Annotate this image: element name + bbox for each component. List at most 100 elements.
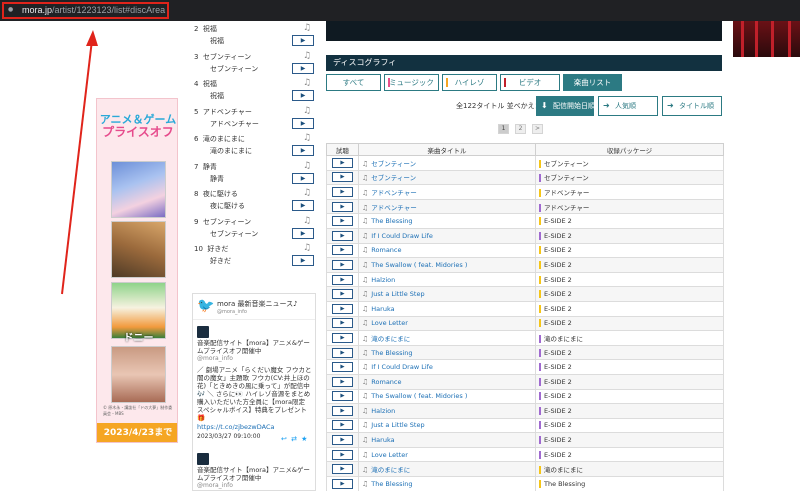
page-button[interactable]: >	[532, 124, 543, 134]
track-title[interactable]: 8 夜に駆ける	[194, 189, 238, 199]
track-play-button[interactable]: ▶	[292, 200, 314, 211]
song-title-link[interactable]: セブンティーン	[371, 174, 416, 182]
package-name[interactable]: E-SIDE 2	[544, 407, 572, 415]
tweet-actions-icons[interactable]: ↩ ⇄ ★	[281, 435, 308, 443]
preview-play-button[interactable]: ▶	[332, 186, 353, 197]
url-text[interactable]: mora.jp/artist/1223123/list#discArea	[22, 4, 165, 16]
package-name[interactable]: 滝のまにまに	[544, 466, 583, 474]
package-name[interactable]: E-SIDE 2	[544, 305, 572, 313]
tab-2[interactable]: ハイレゾ	[442, 74, 497, 91]
preview-play-button[interactable]: ▶	[332, 172, 353, 183]
song-title-link[interactable]: Halzion	[371, 407, 395, 415]
package-name[interactable]: セブンティーン	[544, 160, 589, 168]
package-name[interactable]: E-SIDE 2	[544, 451, 572, 459]
song-title-link[interactable]: If I Could Draw Life	[371, 232, 433, 240]
preview-play-button[interactable]: ▶	[332, 449, 353, 460]
package-name[interactable]: The Blessing	[544, 480, 585, 488]
song-title-link[interactable]: The Swallow ( feat. Midories )	[371, 392, 467, 400]
preview-play-button[interactable]: ▶	[332, 464, 353, 475]
tweet-title[interactable]: 音楽配信サイト【mora】アニメ&ゲームプライスオフ開催中	[197, 339, 313, 355]
preview-play-button[interactable]: ▶	[332, 230, 353, 241]
song-title-link[interactable]: The Blessing	[371, 349, 412, 357]
song-title-link[interactable]: Romance	[371, 246, 401, 254]
page-button[interactable]: 2	[515, 124, 526, 134]
preview-play-button[interactable]: ▶	[332, 435, 353, 446]
package-name[interactable]: E-SIDE 2	[544, 319, 572, 327]
song-title-link[interactable]: Love Letter	[371, 319, 408, 327]
package-name[interactable]: E-SIDE 2	[544, 421, 572, 429]
preview-play-button[interactable]: ▶	[332, 157, 353, 168]
package-name[interactable]: アドベンチャー	[544, 204, 589, 212]
package-name[interactable]: E-SIDE 2	[544, 232, 572, 240]
package-name[interactable]: E-SIDE 2	[544, 349, 572, 357]
package-name[interactable]: E-SIDE 2	[544, 436, 572, 444]
song-title-link[interactable]: Love Letter	[371, 451, 408, 459]
preview-play-button[interactable]: ▶	[332, 478, 353, 489]
track-title[interactable]: 4 祝福	[194, 79, 217, 89]
tab-4[interactable]: 楽曲リスト	[563, 74, 622, 91]
track-play-button[interactable]: ▶	[292, 145, 314, 156]
tweet-title-2[interactable]: 音楽配信サイト【mora】アニメ&ゲームプライスオフ開催中	[197, 466, 313, 482]
package-name[interactable]: E-SIDE 2	[544, 276, 572, 284]
track-title[interactable]: 7 静青	[194, 162, 217, 172]
track-play-button[interactable]: ▶	[292, 117, 314, 129]
preview-play-button[interactable]: ▶	[332, 405, 353, 416]
song-title-link[interactable]: Romance	[371, 378, 401, 386]
song-title-link[interactable]: Haruka	[371, 305, 394, 313]
song-title-link[interactable]: The Swallow ( feat. Midories )	[371, 261, 467, 269]
tweet-avatar[interactable]	[197, 326, 209, 338]
address-bar[interactable]: ● mora.jp/artist/1223123/list#discArea	[0, 0, 800, 21]
song-title-link[interactable]: The Blessing	[371, 217, 412, 225]
preview-play-button[interactable]: ▶	[332, 259, 353, 270]
track-title[interactable]: 2 祝福	[194, 24, 217, 34]
track-play-button[interactable]: ▶	[292, 172, 314, 184]
song-title-link[interactable]: Halzion	[371, 276, 395, 284]
tweet-avatar-2[interactable]	[197, 453, 209, 465]
package-name[interactable]: E-SIDE 2	[544, 261, 572, 269]
sort-button-1[interactable]: ➜ 人気順	[598, 96, 658, 116]
track-title[interactable]: 9 セブンティーン	[194, 217, 251, 227]
preview-play-button[interactable]: ▶	[332, 332, 353, 343]
preview-play-button[interactable]: ▶	[332, 420, 353, 431]
track-title[interactable]: 3 セブンティーン	[194, 52, 251, 62]
preview-play-button[interactable]: ▶	[332, 303, 353, 314]
song-title-link[interactable]: 滝のまにまに	[371, 335, 410, 343]
tab-1[interactable]: ミュージック	[384, 74, 439, 91]
preview-play-button[interactable]: ▶	[332, 362, 353, 373]
package-name[interactable]: E-SIDE 2	[544, 392, 572, 400]
preview-play-button[interactable]: ▶	[332, 318, 353, 329]
track-play-button[interactable]: ▶	[292, 90, 314, 101]
sort-button-2[interactable]: ➜ タイトル順	[662, 96, 722, 116]
price-off-banner[interactable]: アニメ＆ゲーム プライスオフ ドニー © 原木永・講談社「ドの大夢」制作委員会・…	[96, 98, 178, 443]
preview-play-button[interactable]: ▶	[332, 391, 353, 402]
track-play-button[interactable]: ▶	[292, 35, 314, 46]
tweet-link[interactable]: https://t.co/zjbezwDACa	[197, 423, 274, 431]
preview-play-button[interactable]: ▶	[332, 274, 353, 285]
tab-3[interactable]: ビデオ	[500, 74, 560, 91]
preview-play-button[interactable]: ▶	[332, 245, 353, 256]
preview-play-button[interactable]: ▶	[332, 347, 353, 358]
song-title-link[interactable]: アドベンチャー	[371, 204, 416, 212]
preview-play-button[interactable]: ▶	[332, 201, 353, 212]
track-play-button[interactable]: ▶	[292, 62, 314, 74]
package-name[interactable]: アドベンチャー	[544, 189, 589, 197]
track-play-button[interactable]: ▶	[292, 227, 314, 239]
package-name[interactable]: 滝のまにまに	[544, 335, 583, 343]
track-play-button[interactable]: ▶	[292, 255, 314, 266]
info-icon[interactable]: ●	[8, 6, 14, 13]
package-name[interactable]: E-SIDE 2	[544, 363, 572, 371]
preview-play-button[interactable]: ▶	[332, 376, 353, 387]
package-name[interactable]: E-SIDE 2	[544, 217, 572, 225]
track-title[interactable]: 6 滝のまにまに	[194, 134, 245, 144]
twitter-header[interactable]: 🐦 mora 最新音楽ニュース♪ @mora_info	[193, 294, 315, 320]
page-button[interactable]: 1	[498, 124, 509, 134]
song-title-link[interactable]: Haruka	[371, 436, 394, 444]
tab-0[interactable]: すべて	[326, 74, 381, 91]
song-title-link[interactable]: セブンティーン	[371, 160, 416, 168]
track-title[interactable]: 5 アドベンチャー	[194, 107, 252, 117]
song-title-link[interactable]: Just a Little Step	[371, 290, 424, 298]
preview-play-button[interactable]: ▶	[332, 289, 353, 300]
song-title-link[interactable]: 滝のまにまに	[371, 466, 410, 474]
package-name[interactable]: セブンティーン	[544, 174, 589, 182]
package-name[interactable]: E-SIDE 2	[544, 290, 572, 298]
